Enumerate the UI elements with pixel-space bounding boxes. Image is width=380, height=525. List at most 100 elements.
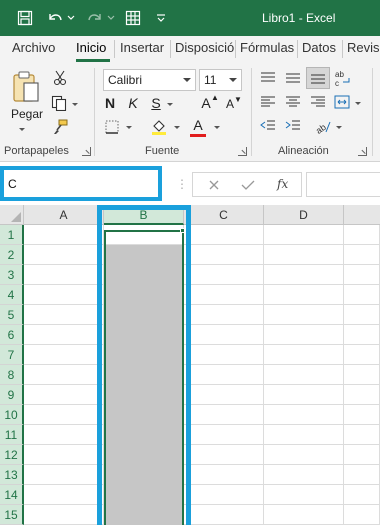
formula-input[interactable] (306, 172, 380, 197)
tab-datos[interactable]: Datos (302, 40, 336, 55)
cell[interactable] (344, 505, 380, 525)
cell[interactable] (184, 405, 264, 425)
copy-icon[interactable] (50, 94, 68, 112)
row-header[interactable]: 12 (0, 445, 24, 465)
row-header[interactable]: 5 (0, 305, 24, 325)
enter-icon[interactable] (241, 178, 255, 192)
cell[interactable] (24, 385, 104, 405)
wrap-text-icon[interactable]: ab c (334, 68, 352, 88)
row-header[interactable]: 10 (0, 405, 24, 425)
tab-inicio[interactable]: Inicio (76, 40, 106, 55)
cell[interactable] (264, 505, 344, 525)
cell[interactable] (24, 265, 104, 285)
row-header[interactable]: 6 (0, 325, 24, 345)
cell[interactable] (184, 385, 264, 405)
insert-function-button[interactable]: fx (277, 177, 288, 191)
row-header[interactable]: 13 (0, 465, 24, 485)
cell[interactable] (344, 485, 380, 505)
cell[interactable] (184, 285, 264, 305)
merge-dropdown-icon[interactable] (355, 102, 361, 105)
cell[interactable] (264, 405, 344, 425)
save-icon[interactable] (14, 0, 36, 36)
cell[interactable] (344, 225, 380, 245)
cell[interactable] (264, 485, 344, 505)
cell[interactable] (344, 265, 380, 285)
cell[interactable] (344, 285, 380, 305)
cell[interactable] (24, 405, 104, 425)
cell[interactable] (264, 285, 344, 305)
cell[interactable] (344, 245, 380, 265)
customize-qat-icon[interactable] (154, 0, 168, 36)
cell[interactable] (344, 445, 380, 465)
table-icon[interactable] (122, 0, 144, 36)
cell[interactable] (24, 505, 104, 525)
cell[interactable] (24, 345, 104, 365)
orientation-dropdown-icon[interactable] (336, 126, 342, 129)
cell[interactable] (264, 425, 344, 445)
cell[interactable] (184, 345, 264, 365)
align-bottom-icon[interactable] (306, 67, 330, 89)
cell[interactable] (184, 225, 264, 245)
cell[interactable] (264, 365, 344, 385)
row-header[interactable]: 7 (0, 345, 24, 365)
font-color-button[interactable]: A (189, 117, 207, 133)
cell[interactable] (264, 465, 344, 485)
cell[interactable] (264, 445, 344, 465)
cell[interactable] (264, 345, 344, 365)
row-header[interactable]: 1 (0, 225, 24, 245)
formula-bar-grip-icon[interactable]: ⋮ (176, 177, 188, 191)
row-header[interactable]: 9 (0, 385, 24, 405)
cell[interactable] (184, 305, 264, 325)
cell[interactable] (184, 265, 264, 285)
cell[interactable] (264, 325, 344, 345)
cell[interactable] (24, 285, 104, 305)
select-all-button[interactable] (0, 205, 24, 225)
bold-button[interactable]: N (101, 95, 119, 111)
cell[interactable] (24, 305, 104, 325)
cell[interactable] (344, 465, 380, 485)
cell[interactable] (184, 485, 264, 505)
cell[interactable] (184, 465, 264, 485)
redo-icon[interactable] (84, 0, 106, 36)
merge-center-icon[interactable] (333, 94, 351, 110)
tab-insertar[interactable]: Insertar (120, 40, 164, 55)
row-header[interactable]: 15 (0, 505, 24, 525)
font-color-dropdown-icon[interactable] (214, 126, 220, 129)
cell[interactable] (264, 265, 344, 285)
orientation-icon[interactable]: ab (313, 117, 333, 135)
tab-disposicion[interactable]: Disposició (175, 40, 234, 55)
cell[interactable] (344, 405, 380, 425)
cell[interactable] (184, 505, 264, 525)
name-box-input[interactable] (8, 174, 158, 193)
paste-button-label[interactable]: Pegar (11, 107, 43, 121)
cell[interactable] (24, 465, 104, 485)
underline-button[interactable]: S (147, 95, 165, 111)
borders-dropdown-icon[interactable] (126, 126, 132, 129)
align-right-icon[interactable] (309, 94, 327, 110)
undo-dropdown-icon[interactable] (66, 0, 76, 36)
cell[interactable] (344, 325, 380, 345)
undo-icon[interactable] (44, 0, 66, 36)
underline-dropdown-icon[interactable] (167, 103, 173, 106)
tab-revisar[interactable]: Revisa (347, 40, 380, 55)
cell[interactable] (264, 225, 344, 245)
cell[interactable] (264, 245, 344, 265)
cell[interactable] (184, 425, 264, 445)
alignment-launcher-icon[interactable] (358, 147, 367, 156)
borders-icon[interactable] (104, 119, 120, 135)
row-header[interactable]: 11 (0, 425, 24, 445)
decrease-indent-icon[interactable] (259, 118, 277, 134)
font-size-select[interactable]: 11 (199, 69, 242, 91)
cell[interactable] (264, 385, 344, 405)
cell[interactable] (184, 365, 264, 385)
row-header[interactable]: 2 (0, 245, 24, 265)
tab-archivo[interactable]: Archivo (12, 40, 55, 55)
cell[interactable] (24, 225, 104, 245)
name-box[interactable] (0, 166, 162, 201)
column-header-c[interactable]: C (184, 205, 264, 225)
row-header[interactable]: 4 (0, 285, 24, 305)
cell[interactable] (24, 425, 104, 445)
column-header-a[interactable]: A (24, 205, 104, 225)
clipboard-launcher-icon[interactable] (82, 147, 91, 156)
cell[interactable] (344, 425, 380, 445)
